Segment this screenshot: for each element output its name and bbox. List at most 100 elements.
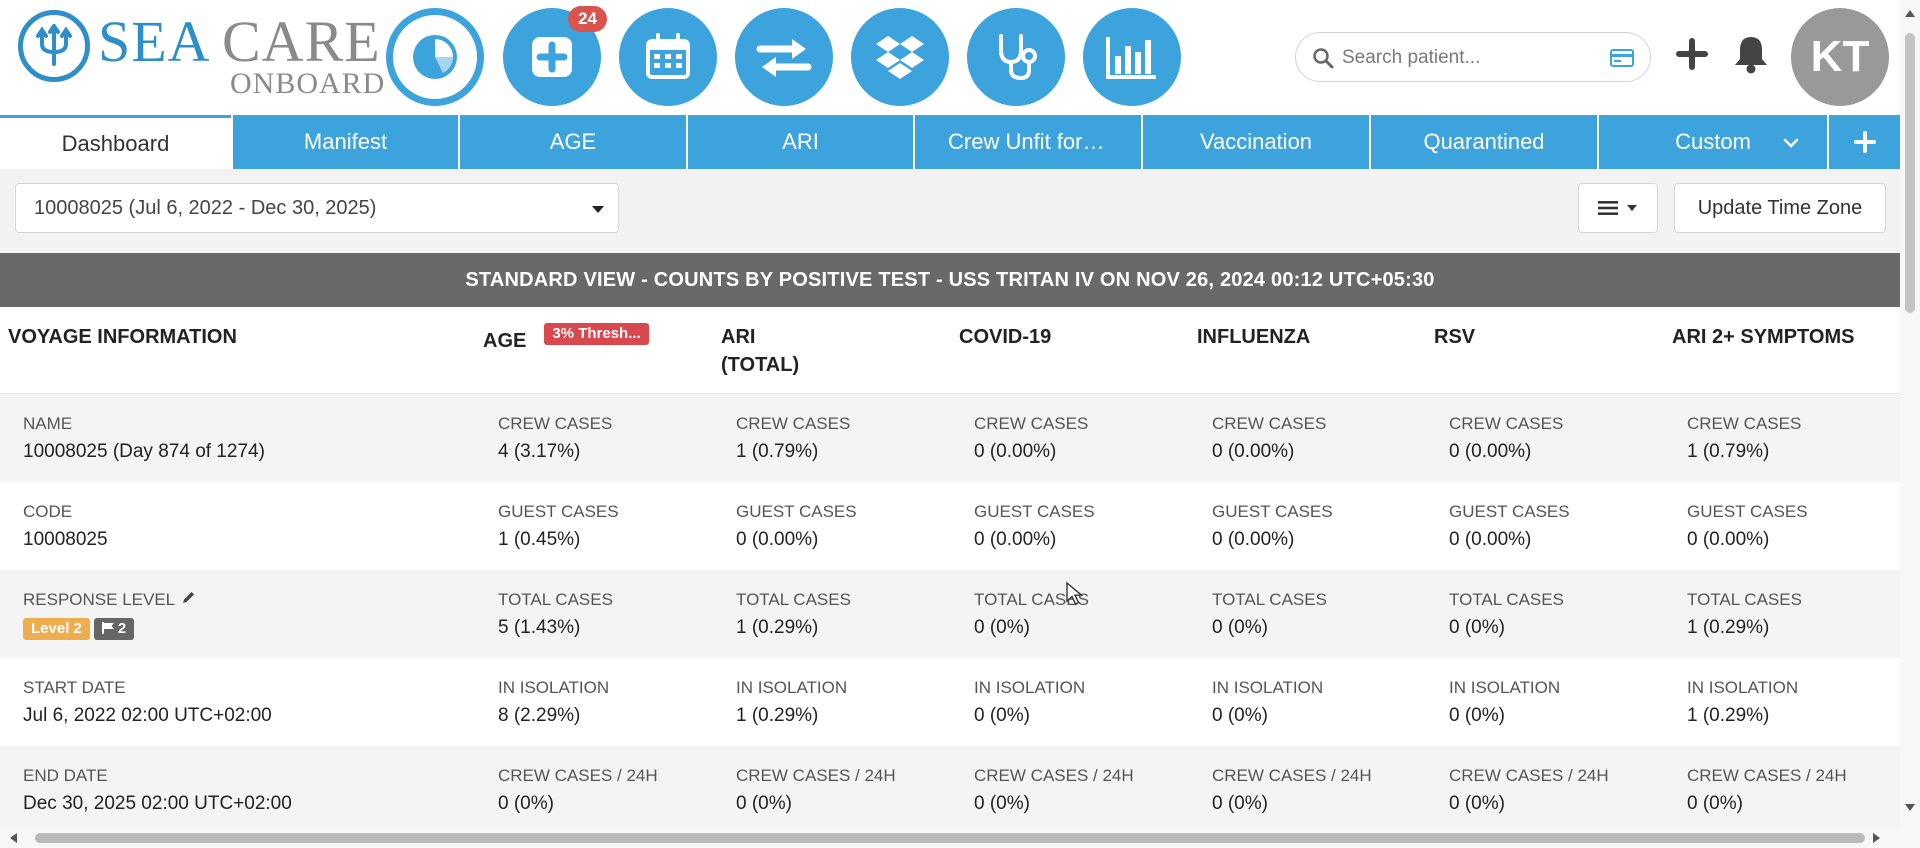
response-level-label: RESPONSE LEVEL: [23, 590, 176, 609]
bar-chart-icon: [1106, 37, 1156, 79]
caret-down-icon: [592, 206, 604, 213]
cell-value: 0 (0.00%): [974, 441, 1057, 462]
ari-crew-cases-cell: CREW CASES 1 (0.79%): [736, 414, 850, 464]
scroll-left-icon[interactable]: [10, 833, 17, 843]
cell-value: 0 (0%): [1449, 705, 1505, 726]
top-header: SEA CARE ONBOARD 24 KT: [0, 0, 1900, 115]
plus-icon: [1853, 131, 1876, 153]
tab-manifest[interactable]: Manifest: [233, 115, 458, 169]
rsv-guest-cases-cell: GUEST CASES 0 (0.00%): [1449, 502, 1570, 552]
influenza-total-cases-cell: TOTAL CASES 0 (0%): [1212, 590, 1327, 640]
seacare-logo[interactable]: SEA CARE ONBOARD: [18, 10, 384, 100]
cell-label: GUEST CASES: [1687, 502, 1808, 521]
rsv-header: RSV: [1434, 326, 1476, 348]
threshold-badge[interactable]: 3% Thresh...: [544, 323, 649, 345]
response-level-badges: Level 2 2: [23, 610, 196, 640]
response-level-badge[interactable]: Level 2: [23, 618, 90, 640]
covid-crew-cases-cell: CREW CASES 0 (0.00%): [974, 414, 1088, 464]
cell-label: CREW CASES / 24H: [1687, 766, 1847, 785]
table-column-headers: VOYAGE INFORMATION AGE 3% Thresh... ARI (…: [0, 307, 1900, 394]
voyage-information-header: VOYAGE INFORMATION: [8, 326, 237, 348]
scroll-right-icon[interactable]: [1873, 833, 1880, 843]
ari-in-isolation-cell: IN ISOLATION 1 (0.29%): [736, 678, 847, 728]
cell-label: END DATE: [23, 766, 108, 785]
ari2-guest-cases-cell: GUEST CASES 0 (0.00%): [1687, 502, 1808, 552]
age-guest-cases-cell: GUEST CASES 1 (0.45%): [498, 502, 619, 552]
search-patient-input[interactable]: [1340, 41, 1604, 75]
tab-quarantined[interactable]: Quarantined: [1371, 115, 1597, 169]
nav-calendar-button[interactable]: [619, 8, 717, 106]
horizontal-scrollbar[interactable]: [0, 828, 1900, 848]
tab-age[interactable]: AGE: [460, 115, 686, 169]
cell-value: 1 (0.45%): [498, 529, 581, 550]
caret-down-icon: [1627, 205, 1637, 211]
user-avatar[interactable]: KT: [1791, 8, 1889, 106]
cell-label: NAME: [23, 414, 73, 433]
ari-header-label: ARI: [721, 326, 756, 348]
cell-value: 0 (0.00%): [1212, 529, 1295, 550]
age-header: AGE 3% Thresh...: [483, 323, 649, 355]
tab-custom[interactable]: Custom: [1599, 115, 1827, 169]
cell-value: 1 (0.29%): [736, 617, 819, 638]
vertical-scrollbar[interactable]: [1900, 0, 1920, 848]
tab-label: Dashboard: [61, 130, 170, 156]
scroll-down-icon[interactable]: [1905, 804, 1915, 811]
cell-value: 1 (0.79%): [1687, 441, 1770, 462]
nav-medical-button[interactable]: [967, 8, 1065, 106]
patient-search-box[interactable]: [1295, 32, 1651, 82]
cell-value: 0 (0%): [736, 793, 792, 814]
cell-value: 0 (0.00%): [1687, 529, 1770, 550]
nav-dropbox-button[interactable]: [851, 8, 949, 106]
cell-value: 0 (0.00%): [736, 529, 819, 550]
tab-ari[interactable]: ARI: [688, 115, 913, 169]
table-row: START DATE Jul 6, 2022 02:00 UTC+02:00 IN…: [0, 658, 1900, 746]
cell-label: GUEST CASES: [498, 502, 619, 521]
bell-icon[interactable]: [1733, 34, 1769, 74]
scroll-up-icon[interactable]: [1905, 10, 1915, 17]
logo-onboard-text: ONBOARD: [230, 67, 386, 100]
dashboard-tabs: Dashboard Manifest AGE ARI Crew Unfit fo…: [0, 115, 1900, 169]
covid-header: COVID-19: [959, 326, 1052, 348]
influenza-in-isolation-cell: IN ISOLATION 0 (0%): [1212, 678, 1323, 728]
id-card-icon[interactable]: [1610, 48, 1634, 68]
nav-add-case-button[interactable]: 24: [503, 6, 607, 106]
nav-dashboard-button[interactable]: [386, 8, 484, 106]
cell-label: TOTAL CASES: [736, 590, 851, 609]
cell-label: GUEST CASES: [736, 502, 857, 521]
cell-value: 10008025: [23, 529, 108, 550]
ari2-in-isolation-cell: IN ISOLATION 1 (0.29%): [1687, 678, 1798, 728]
tab-vaccination[interactable]: Vaccination: [1143, 115, 1369, 169]
ari-guest-cases-cell: GUEST CASES 0 (0.00%): [736, 502, 857, 552]
logo-care-text: CARE: [222, 9, 381, 74]
cell-label: CREW CASES: [974, 414, 1089, 433]
influenza-header: INFLUENZA: [1197, 326, 1311, 348]
cell-value: Jul 6, 2022 02:00 UTC+02:00: [23, 705, 272, 726]
tab-crew-unfit[interactable]: Crew Unfit for D...: [915, 115, 1141, 169]
nav-reports-button[interactable]: [1083, 8, 1181, 106]
update-time-zone-button[interactable]: Update Time Zone: [1674, 183, 1886, 233]
cell-label: IN ISOLATION: [498, 678, 610, 697]
rsv-total-cases-cell: TOTAL CASES 0 (0%): [1449, 590, 1564, 640]
search-icon: [1313, 48, 1334, 69]
cell-label: TOTAL CASES: [1212, 590, 1327, 609]
cell-value: 10008025 (Day 874 of 1274): [23, 441, 265, 462]
tab-dashboard[interactable]: Dashboard: [0, 115, 231, 169]
tab-label: AGE: [549, 129, 597, 154]
nav-transfer-button[interactable]: [735, 8, 833, 106]
age-header-label: AGE: [483, 330, 527, 352]
pencil-icon[interactable]: [181, 590, 196, 605]
vertical-scroll-thumb[interactable]: [1905, 33, 1915, 313]
voyage-select[interactable]: 10008025 (Jul 6, 2022 - Dec 30, 2025): [15, 183, 619, 233]
tab-label: Vaccination: [1199, 129, 1313, 154]
flag-count-badge[interactable]: 2: [93, 618, 135, 640]
end-date-cell: END DATE Dec 30, 2025 02:00 UTC+02:00: [23, 766, 292, 816]
add-icon[interactable]: [1676, 38, 1708, 70]
rsv-crew-cases-24h-cell: CREW CASES / 24H 0 (0%): [1449, 766, 1609, 816]
add-tab-button[interactable]: [1829, 115, 1900, 169]
cell-value: 1 (0.29%): [1687, 705, 1770, 726]
rsv-crew-cases-cell: CREW CASES 0 (0.00%): [1449, 414, 1563, 464]
age-in-isolation-cell: IN ISOLATION 8 (2.29%): [498, 678, 609, 728]
view-menu-button[interactable]: [1578, 183, 1658, 233]
tab-label: Custom: [1675, 129, 1751, 154]
horizontal-scroll-thumb[interactable]: [35, 833, 1865, 843]
